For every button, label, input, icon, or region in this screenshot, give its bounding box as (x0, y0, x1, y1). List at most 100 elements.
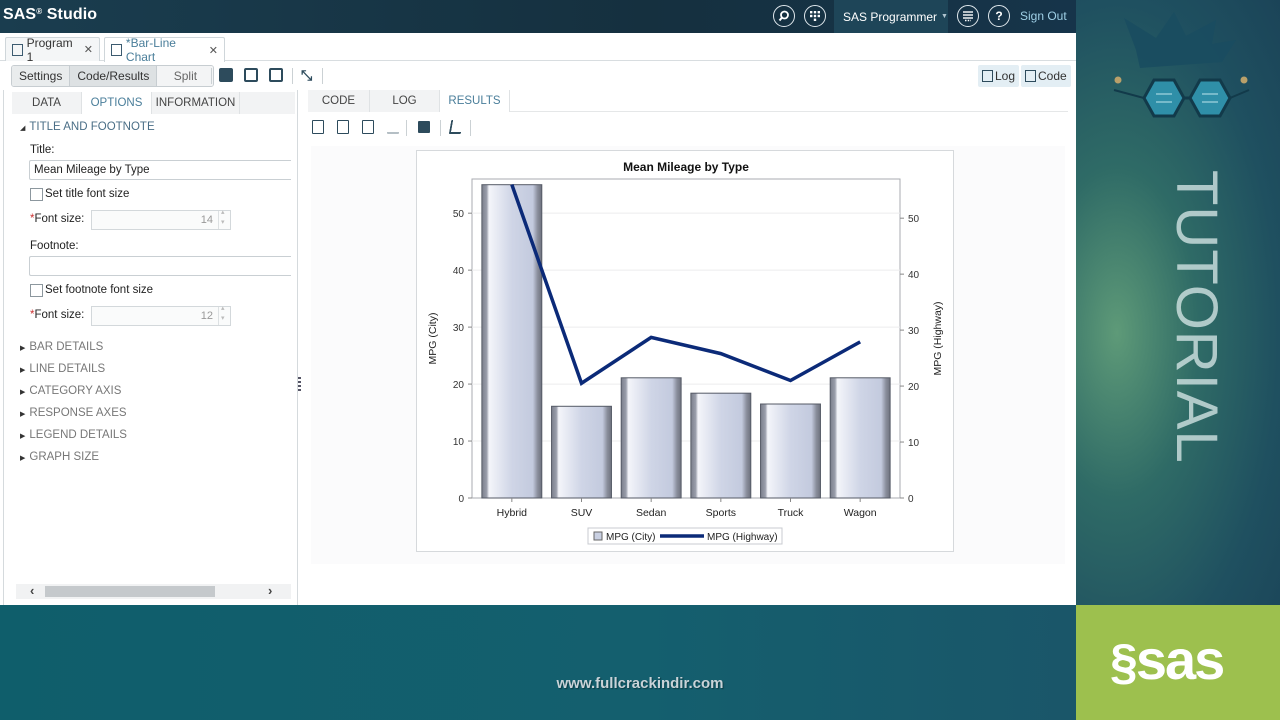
triangle-right-icon: ▶ (20, 389, 26, 396)
y-left-tick-label: 20 (453, 380, 465, 391)
tab-label: *Bar-Line Chart (125, 36, 176, 64)
tab-information[interactable]: INFORMATION (152, 92, 240, 114)
legend-label-city: MPG (City) (606, 532, 655, 543)
bar-line-chart: Mean Mileage by Type 0 10 20 30 40 50 0 10 20 30 4… (427, 160, 944, 545)
title-font-size-stepper[interactable]: 14 (91, 208, 231, 230)
scroll-left-icon[interactable]: ‹ (30, 583, 34, 598)
toolbar-divider (292, 68, 293, 84)
program-icon (12, 43, 23, 56)
tab-code[interactable]: CODE (308, 90, 370, 112)
bar (690, 392, 752, 499)
y-left-axis-label: MPG (City) (427, 313, 439, 365)
triangle-right-icon: ▶ (20, 411, 26, 418)
y-right-tick-label: 30 (908, 326, 920, 337)
close-icon[interactable]: ✕ (84, 43, 93, 56)
horizontal-scrollbar[interactable]: ‹ › (16, 583, 291, 599)
tab-program-1[interactable]: Program 1 ✕ (5, 36, 100, 64)
sas-studio-window: SAS® Studio SAS Programmer ▼ ? Sign Out P… (0, 0, 1076, 605)
view-split-button[interactable]: Split (157, 66, 214, 86)
y-right-axis-label: MPG (Highway) (932, 301, 944, 375)
bar (481, 184, 543, 499)
tab-data[interactable]: DATA (12, 92, 82, 114)
section-response-axes[interactable]: ▶ RESPONSE AXES (20, 407, 127, 419)
y-right-tick-label: 0 (908, 494, 914, 505)
section-bar-details[interactable]: ▶ BAR DETAILS (20, 341, 103, 353)
help-icon[interactable]: ? (988, 5, 1010, 27)
app-brand: SAS® Studio (3, 6, 98, 23)
set-title-font-checkbox[interactable] (30, 188, 43, 201)
top-bar: SAS® Studio SAS Programmer ▼ ? Sign Out (0, 0, 1076, 33)
x-tick-label: Sports (706, 507, 736, 519)
y-right-tick-label: 50 (908, 214, 920, 225)
x-tick-label: Truck (778, 507, 805, 519)
settings-panel: DATA OPTIONS INFORMATION ◢ TITLE AND FOOT… (3, 90, 298, 605)
triangle-right-icon: ▶ (20, 433, 26, 440)
footer-band (0, 605, 1076, 720)
tab-log[interactable]: LOG (370, 90, 440, 112)
document-tabs: Program 1 ✕ *Bar-Line Chart ✕ (0, 33, 1076, 64)
open-window-icon[interactable] (448, 120, 464, 134)
section-legend-details[interactable]: ▶ LEGEND DETAILS (20, 429, 127, 441)
apps-grid-icon[interactable] (804, 5, 826, 27)
view-code-results-button[interactable]: Code/Results (70, 66, 158, 86)
close-icon[interactable]: ✕ (209, 44, 218, 57)
chart-title: Mean Mileage by Type (623, 160, 749, 174)
section-line-details[interactable]: ▶ LINE DETAILS (20, 363, 105, 375)
set-footnote-font-label: Set footnote font size (45, 284, 154, 296)
download-icon[interactable] (387, 120, 399, 134)
view-switcher: Settings Code/Results Split (11, 65, 215, 87)
menu-list-icon[interactable] (957, 5, 979, 27)
log-button[interactable]: Log (978, 65, 1020, 87)
stepper-arrows[interactable] (218, 304, 230, 325)
x-tick-label: Sedan (636, 507, 667, 519)
footnote-input[interactable] (29, 256, 291, 276)
run-icon[interactable] (219, 68, 233, 82)
save-as-icon[interactable] (269, 68, 283, 82)
search-icon[interactable] (773, 5, 795, 27)
title-input[interactable] (29, 160, 291, 180)
scroll-right-icon[interactable]: › (268, 583, 272, 598)
pdf-output-icon[interactable] (337, 120, 349, 134)
legend-swatch-bar (593, 531, 603, 541)
mascot-glasses-icon (1113, 12, 1250, 118)
code-button[interactable]: Code (1021, 65, 1071, 87)
rtf-output-icon[interactable] (362, 120, 374, 134)
tutorial-label: TUTORIAL (1164, 170, 1229, 464)
tab-options[interactable]: OPTIONS (82, 92, 152, 114)
y-right-tick-label: 10 (908, 438, 920, 449)
scrollbar-thumb[interactable] (45, 586, 215, 597)
y-left-tick-label: 50 (453, 209, 465, 220)
footnote-font-size-stepper[interactable]: 12 (91, 304, 231, 326)
stepper-arrows[interactable] (218, 208, 230, 229)
y-right-tick-label: 40 (908, 270, 920, 281)
maximize-icon[interactable]: ⤡ (301, 68, 315, 82)
sign-out-link[interactable]: Sign Out (1020, 9, 1067, 23)
toolbar-divider (406, 120, 407, 136)
bar (551, 405, 612, 499)
x-tick-label: Wagon (844, 507, 877, 519)
toolbar-divider (211, 68, 212, 84)
toolbar-divider (322, 68, 323, 84)
toolbar-divider (440, 120, 441, 136)
title-label: Title: (30, 144, 55, 156)
print-icon[interactable] (418, 121, 430, 133)
title-font-size-label: *Font size: (30, 213, 85, 225)
user-menu[interactable]: SAS Programmer ▼ (834, 0, 948, 33)
save-icon[interactable] (244, 68, 258, 82)
tab-results[interactable]: RESULTS (440, 90, 510, 112)
html-output-icon[interactable] (312, 120, 324, 134)
y-left-tick-label: 0 (458, 494, 464, 505)
section-graph-size[interactable]: ▶ GRAPH SIZE (20, 451, 99, 463)
task-toolbar: Settings Code/Results Split ⤡ Log Code (0, 62, 1076, 90)
watermark-text: www.fullcrackindir.com (556, 675, 724, 692)
toolbar-divider (470, 120, 471, 136)
section-title-and-footnote[interactable]: ◢ TITLE AND FOOTNOTE (20, 121, 155, 133)
triangle-right-icon: ▶ (20, 345, 26, 352)
section-category-axis[interactable]: ▶ CATEGORY AXIS (20, 385, 121, 397)
set-footnote-font-checkbox[interactable] (30, 284, 43, 297)
view-settings-button[interactable]: Settings (12, 66, 71, 86)
panel-splitter-handle[interactable] (298, 377, 301, 393)
y-right-tick-label: 20 (908, 382, 920, 393)
tab-bar-line-chart[interactable]: *Bar-Line Chart ✕ (104, 36, 225, 64)
chart-task-icon (111, 44, 122, 56)
